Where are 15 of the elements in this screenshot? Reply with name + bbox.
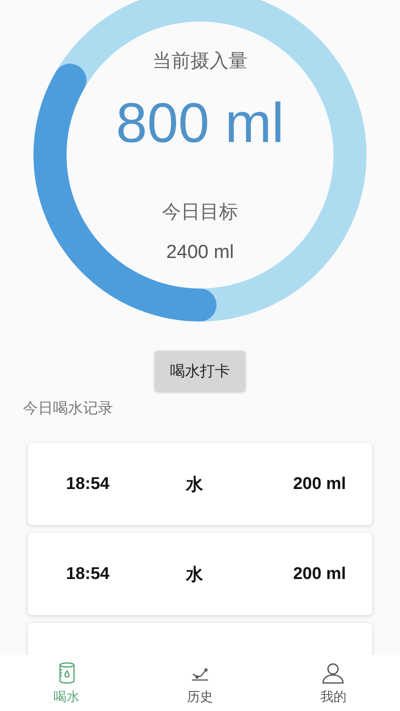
intake-label: 当前摄入量	[152, 49, 248, 74]
goal-label: 今日目标	[162, 200, 238, 225]
record-drink: 水	[186, 474, 204, 496]
person-icon	[321, 660, 346, 684]
nav-tab[interactable]: 历史	[133, 655, 267, 711]
record-drink: 水	[186, 564, 204, 586]
intake-value: 800 ml	[116, 90, 284, 155]
check-in-button[interactable]: 喝水打卡	[155, 351, 245, 391]
record-time: 18:54	[66, 474, 110, 494]
nav-tab[interactable]: 我的	[266, 655, 400, 711]
record-amount: 200 ml	[293, 564, 346, 584]
record-amount: 200 ml	[293, 474, 346, 494]
record-time: 18:54	[66, 564, 110, 584]
records-title: 今日喝水记录	[23, 399, 114, 418]
goal-value: 2400 ml	[166, 242, 234, 264]
